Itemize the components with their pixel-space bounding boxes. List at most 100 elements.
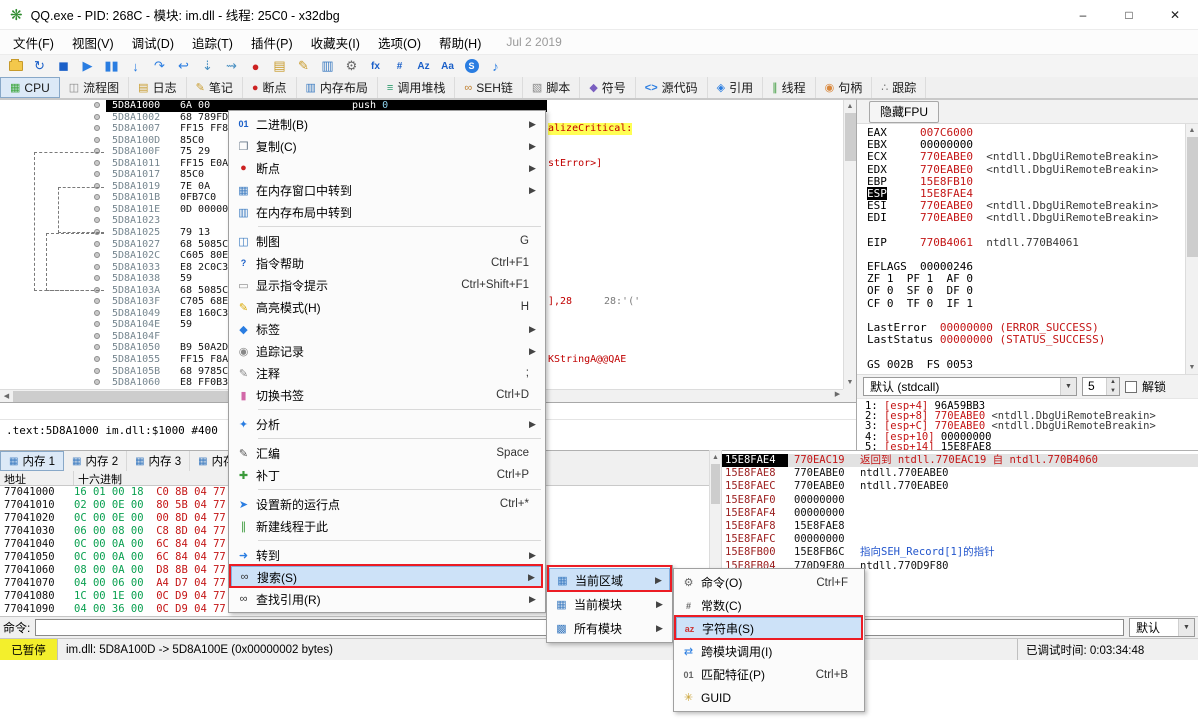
close-button[interactable]: ✕ xyxy=(1152,0,1198,30)
scroll-up-icon[interactable]: ▲ xyxy=(1186,124,1198,137)
breakpoint-dot[interactable] xyxy=(94,321,100,327)
tab-memory-map[interactable]: ▥内存布局 xyxy=(297,77,378,98)
tab-log[interactable]: ▤日志 xyxy=(129,77,186,98)
submenu-item-all-modules[interactable]: ▩所有模块▶ xyxy=(549,616,670,640)
breakpoint-dot[interactable] xyxy=(94,356,100,362)
submenu-item-current-region[interactable]: ▦当前区域▶ xyxy=(549,568,670,592)
menubar-item[interactable]: 调试(D) xyxy=(123,30,183,55)
stack-row[interactable]: 15E8FAEC770EABE0ntdll.770EABE0 xyxy=(722,480,1198,493)
unlock-checkbox[interactable] xyxy=(1125,381,1137,393)
tab-dump2[interactable]: ▦内存 2 xyxy=(64,451,127,471)
register-row[interactable]: LastStatus 00000000 (STATUS_SUCCESS) xyxy=(867,334,1185,346)
menu-item-toggle-bookmark[interactable]: ▮切换书签Ctrl+D xyxy=(231,384,543,406)
submenu-item-pattern[interactable]: 01匹配特征(P)Ctrl+B xyxy=(676,663,862,686)
menu-item-breakpoint[interactable]: ●断点▶ xyxy=(231,157,543,179)
stepper-buttons[interactable]: ▲▼ xyxy=(1106,378,1119,395)
menubar-item[interactable]: 帮助(H) xyxy=(430,30,490,55)
disasm-vertical-scrollbar[interactable]: ▲ ▼ xyxy=(843,100,856,389)
trace-over-button[interactable]: ⇝ xyxy=(220,56,243,77)
menu-item-patch[interactable]: ✚补丁Ctrl+P xyxy=(231,464,543,486)
breakpoint-dot[interactable] xyxy=(94,368,100,374)
menu-item-search[interactable]: ∞搜索(S)▶ xyxy=(231,566,543,588)
tab-graph[interactable]: ◫流程图 xyxy=(60,77,129,98)
hide-fpu-button[interactable]: 隐藏FPU xyxy=(869,101,939,123)
scroll-left-icon[interactable]: ◀ xyxy=(0,390,13,402)
breakpoint-dot[interactable] xyxy=(94,137,100,143)
submenu-item-string-references[interactable]: az字符串(S) xyxy=(676,617,862,640)
step-over-button[interactable]: ↷ xyxy=(148,56,171,77)
menu-item-binary[interactable]: 01二进制(B)▶ xyxy=(231,113,543,135)
scroll-up-icon[interactable]: ▲ xyxy=(844,100,856,113)
calling-convention-select[interactable]: 默认 (stdcall) ▼ xyxy=(863,377,1077,396)
menu-item-find-references[interactable]: ∞查找引用(R)▶ xyxy=(231,588,543,610)
run-button[interactable]: ▶ xyxy=(76,56,99,77)
menu-item-analysis[interactable]: ✦分析▶ xyxy=(231,413,543,435)
menu-item-trace-record[interactable]: ◉追踪记录▶ xyxy=(231,340,543,362)
breakpoint-dot[interactable] xyxy=(94,333,100,339)
breakpoint-dot[interactable] xyxy=(94,125,100,131)
scylla-button[interactable]: S xyxy=(460,56,483,77)
tab-trace[interactable]: ∴跟踪 xyxy=(872,77,926,98)
menu-item-goto[interactable]: ➜转到▶ xyxy=(231,544,543,566)
tab-notes[interactable]: ✎笔记 xyxy=(187,77,243,98)
chevron-down-icon[interactable]: ▼ xyxy=(1178,619,1194,636)
breakpoint-dot[interactable] xyxy=(94,344,100,350)
menu-item-highlight-mode[interactable]: ✎高亮模式(H)H xyxy=(231,296,543,318)
register-row[interactable]: EIP 770B4061 ntdll.770B4061 xyxy=(867,237,1185,249)
scrollbar-thumb[interactable] xyxy=(711,464,720,504)
menu-item-comment[interactable]: ✎注释; xyxy=(231,362,543,384)
fx-button[interactable]: fx xyxy=(364,56,387,77)
command-profile-select[interactable]: 默认 ▼ xyxy=(1129,618,1195,637)
tab-breakpoints[interactable]: ●断点 xyxy=(243,77,297,98)
step-into-button[interactable]: ↓ xyxy=(124,56,147,77)
argument-count-stepper[interactable]: 5 ▲▼ xyxy=(1082,377,1120,396)
log-toolbar-button[interactable]: ▤ xyxy=(268,56,291,77)
submenu-item-current-module[interactable]: ▦当前模块▶ xyxy=(549,592,670,616)
scrollbar-thumb[interactable] xyxy=(1187,137,1198,257)
open-file-button[interactable] xyxy=(4,56,27,77)
tab-symbols[interactable]: ◆符号 xyxy=(580,77,635,98)
submenu-item-command[interactable]: ⚙命令(O)Ctrl+F xyxy=(676,571,862,594)
case-az-button[interactable]: Az xyxy=(412,56,435,77)
breakpoint-dot[interactable] xyxy=(94,102,100,108)
close-process-button[interactable]: ◼ xyxy=(52,56,75,77)
submenu-item-guid[interactable]: ✳GUID xyxy=(676,686,862,709)
menubar-item[interactable]: 视图(V) xyxy=(63,30,123,55)
notes-toolbar-button[interactable]: ✎ xyxy=(292,56,315,77)
registers-scrollbar[interactable]: ▲ ▼ xyxy=(1185,124,1198,374)
menu-item-show-mnemonic-brief[interactable]: ▭显示指令提示Ctrl+Shift+F1 xyxy=(231,274,543,296)
menu-item-copy[interactable]: ❐复制(C)▶ xyxy=(231,135,543,157)
tab-source[interactable]: <>源代码 xyxy=(636,77,708,98)
menu-item-follow-in-dump[interactable]: ▦在内存窗口中转到▶ xyxy=(231,179,543,201)
menu-item-follow-in-memory-map[interactable]: ▥在内存布局中转到 xyxy=(231,201,543,223)
stepper-down-icon[interactable]: ▼ xyxy=(1107,387,1119,396)
menu-item-assemble[interactable]: ✎汇编Space xyxy=(231,442,543,464)
stack-row[interactable]: 15E8FAF400000000 xyxy=(722,507,1198,520)
scroll-down-icon[interactable]: ▼ xyxy=(1186,361,1198,374)
breakpoint-dot[interactable] xyxy=(94,114,100,120)
settings-button[interactable]: ⚙ xyxy=(340,56,363,77)
menubar-item[interactable]: 文件(F) xyxy=(4,30,63,55)
maximize-button[interactable]: □ xyxy=(1106,0,1152,30)
register-row[interactable]: CF 0 TF 0 IF 1 xyxy=(867,298,1185,310)
tab-references[interactable]: ◈引用 xyxy=(708,77,763,98)
menu-item-instruction-help[interactable]: ?指令帮助Ctrl+F1 xyxy=(231,252,543,274)
menubar-item[interactable]: 插件(P) xyxy=(242,30,302,55)
breakpoint-dot[interactable] xyxy=(94,310,100,316)
execute-till-return-button[interactable]: ↩ xyxy=(172,56,195,77)
pause-button[interactable]: ▮▮ xyxy=(100,56,123,77)
tab-seh[interactable]: ∞SEH链 xyxy=(455,77,523,98)
menubar-item[interactable]: 收藏夹(I) xyxy=(302,30,369,55)
chevron-down-icon[interactable]: ▼ xyxy=(1060,378,1076,395)
scrollbar-thumb[interactable] xyxy=(13,391,243,402)
tab-dump3[interactable]: ▦内存 3 xyxy=(127,451,190,471)
tab-threads[interactable]: ∥线程 xyxy=(763,77,816,98)
breakpoint-dot[interactable] xyxy=(94,298,100,304)
menu-item-new-thread-here[interactable]: ∥新建线程于此 xyxy=(231,515,543,537)
menu-item-set-new-origin[interactable]: ➤设置新的运行点Ctrl+* xyxy=(231,493,543,515)
stepper-up-icon[interactable]: ▲ xyxy=(1107,378,1119,387)
minimize-button[interactable]: – xyxy=(1060,0,1106,30)
assemble-toolbar-button[interactable]: # xyxy=(388,56,411,77)
menu-item-graph[interactable]: ◫制图G xyxy=(231,230,543,252)
stack-row[interactable]: 15E8FB0015E8FB6C指向SEH_Record[1]的指针 xyxy=(722,546,1198,559)
